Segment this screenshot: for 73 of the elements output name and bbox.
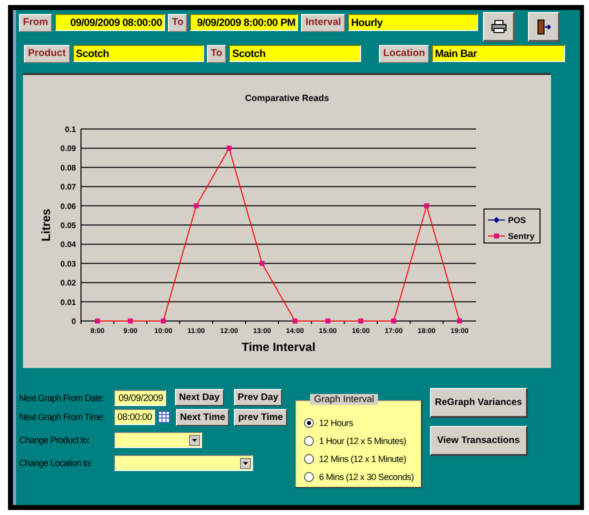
caret-icon: [240, 458, 251, 468]
radio-button[interactable]: [304, 454, 314, 464]
calendar-icon[interactable]: [158, 411, 170, 423]
chart-title: Comparative Reads: [244, 93, 330, 103]
interval-field[interactable]: Hourly: [348, 14, 478, 31]
y-tick-label: 0.01: [60, 298, 76, 307]
field-label: Location: [379, 45, 429, 63]
y-tick-label: 0.07: [60, 182, 76, 192]
field-label: To: [206, 45, 226, 63]
y-tick-label: 0.06: [60, 202, 76, 211]
y-axis-title: Litres: [39, 208, 53, 242]
printer-icon: [490, 20, 507, 33]
next-time-button[interactable]: Next Time: [176, 408, 230, 426]
legend-label: POS: [508, 215, 526, 225]
y-tick-label: 0.05: [60, 221, 76, 230]
diamond-legend-icon: [488, 217, 506, 223]
square-legend-icon: [488, 234, 506, 238]
door-exit-icon: [536, 18, 551, 34]
y-tick-label: 0.08: [60, 163, 76, 172]
time-field[interactable]: 08:00:00: [114, 409, 155, 425]
data-point: [128, 318, 133, 324]
legend-label: Sentry: [508, 231, 534, 241]
data-point: [292, 318, 298, 324]
radio-button[interactable]: [304, 472, 314, 482]
next-day-button[interactable]: Next Day: [175, 389, 224, 406]
y-tick-label: 0.04: [60, 240, 76, 250]
radio-option[interactable]: 12 Hours: [304, 415, 421, 430]
data-point: [194, 203, 199, 208]
field-label: To: [168, 14, 188, 32]
date-field[interactable]: 09/09/2009: [114, 390, 166, 406]
location-field[interactable]: Main Bar: [432, 45, 565, 62]
transactions-button[interactable]: View Transactions: [430, 426, 528, 456]
y-tick-label: 0.02: [60, 278, 76, 288]
y-tick-label: 0.03: [60, 259, 76, 268]
y-tick-label: 0.09: [60, 144, 76, 154]
data-point: [391, 318, 396, 324]
location-dropdown[interactable]: [114, 455, 253, 471]
prev-time-button[interactable]: prev Time: [234, 408, 287, 426]
legend-box: [484, 208, 540, 244]
caret-icon: [189, 434, 200, 446]
data-point: [160, 318, 166, 324]
prev-day-button[interactable]: Prev Day: [234, 389, 282, 406]
y-tick-label: 0.1: [64, 125, 76, 134]
field-label: Interval: [301, 14, 346, 32]
exit-button[interactable]: [528, 12, 560, 42]
date-field[interactable]: 09/09/2009 08:00:00: [55, 14, 165, 31]
data-point: [260, 260, 265, 266]
radio-option[interactable]: 6 Mins (12 x 30 Seconds): [304, 469, 421, 484]
product-field[interactable]: Scotch: [72, 45, 204, 62]
field-label: Next Graph From Date:: [19, 392, 106, 402]
data-point: [457, 318, 462, 324]
data-point: [226, 146, 232, 151]
radio-button[interactable]: [304, 418, 314, 428]
product-field[interactable]: Scotch: [229, 45, 362, 62]
product-dropdown[interactable]: [114, 432, 202, 448]
radio-option[interactable]: 12 Mins (12 x 1 Minute): [304, 451, 421, 466]
data-point: [424, 203, 430, 208]
field-label: Product: [24, 45, 70, 63]
date-field[interactable]: 9/09/2009 8:00:00 PM: [190, 14, 298, 31]
radio-button[interactable]: [304, 436, 314, 446]
field-label: Change Product to:: [19, 435, 90, 445]
regraph-button[interactable]: ReGraph Variances: [430, 388, 528, 418]
field-label: Change Location to:: [19, 458, 93, 468]
data-point: [358, 318, 364, 324]
group-title: Graph Interval: [310, 394, 378, 405]
data-point: [94, 318, 100, 324]
y-tick-label: 0: [72, 317, 76, 326]
data-point: [325, 318, 330, 324]
field-label: Next Graph From Time:: [19, 412, 106, 422]
field-label: From: [19, 14, 52, 32]
x-axis-title: Time Interval: [242, 340, 316, 354]
radio-option[interactable]: 1 Hour (12 x 5 Minutes): [304, 433, 421, 448]
print-button[interactable]: [483, 12, 516, 42]
